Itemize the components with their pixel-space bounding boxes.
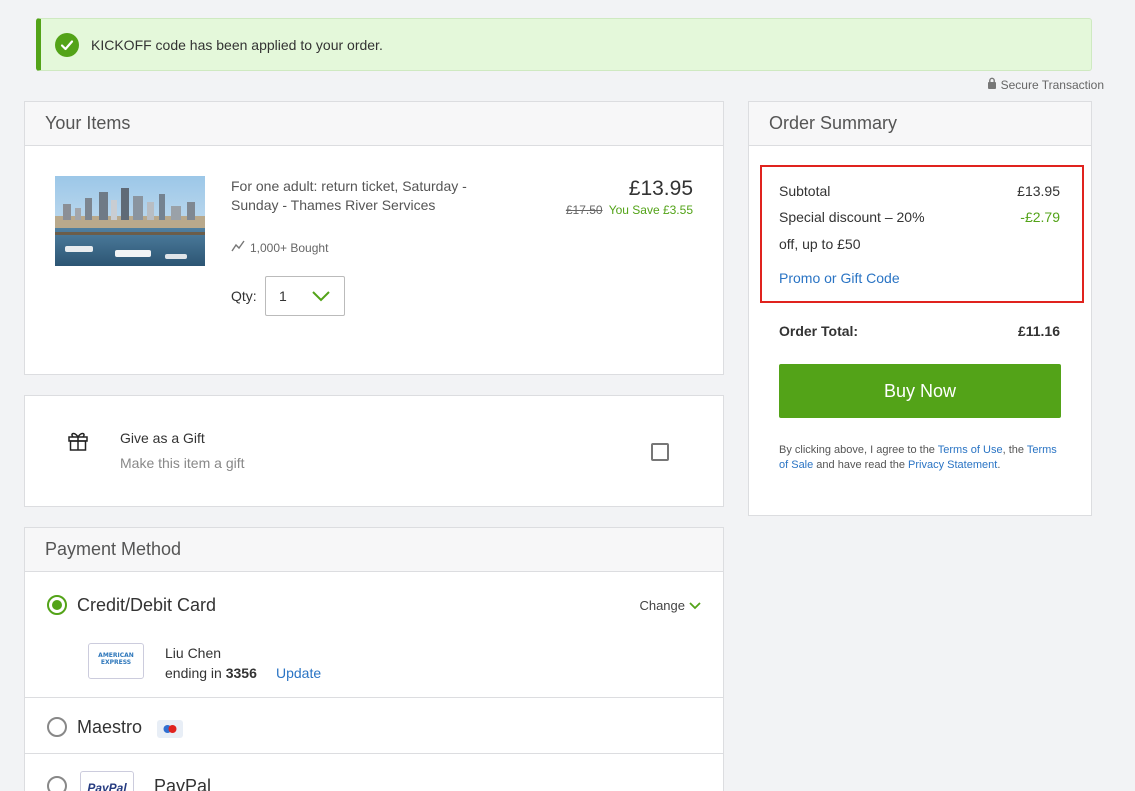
buy-now-button[interactable]: Buy Now [779,364,1061,418]
qty-label: Qty: [231,288,257,304]
secure-transaction: Secure Transaction [987,77,1104,92]
promo-code-link[interactable]: Promo or Gift Code [779,270,900,286]
subtotal-row: Subtotal £13.95 [779,183,1060,199]
order-total-value: £11.16 [1017,323,1060,339]
savings-text: You Save £3.55 [608,203,693,217]
amex-brand-text: AMERICAN EXPRESS [93,652,139,670]
your-items-card: Your Items For one adult: return ticket,… [24,101,724,375]
order-summary-card: Order Summary Subtotal £13.95 Special di… [748,101,1092,516]
maestro-radio[interactable] [47,717,67,737]
gift-icon [67,430,89,457]
gift-card: Give as a Gift Make this item a gift [24,395,724,507]
gift-checkbox[interactable] [651,443,669,461]
maestro-option-label[interactable]: Maestro [77,717,142,738]
card-ending: ending in 3356 [165,665,257,681]
item-price: £13.95 [628,177,693,200]
your-items-heading: Your Items [25,102,723,146]
legal-notice: By clicking above, I agree to the Terms … [779,444,1057,471]
discount-label-line2: off, up to £50 [779,236,861,252]
update-card-link[interactable]: Update [276,665,321,681]
paypal-option-label[interactable]: PayPal [154,776,211,791]
trend-icon [231,240,245,255]
bought-label: 1,000+ Bought [250,240,329,255]
original-price: £17.50 [565,203,603,217]
paypal-logo: PayPal [80,771,134,791]
promo-applied-alert: KICKOFF code has been applied to your or… [36,18,1092,71]
payment-option-paypal: PayPal PayPal [25,754,723,791]
payment-method-card: Payment Method Credit/Debit Card Change … [24,527,724,791]
subtotal-label: Subtotal [779,183,831,199]
quantity-value: 1 [279,288,287,304]
lock-icon [987,77,997,92]
secure-label: Secure Transaction [1000,77,1104,92]
discount-row: Special discount – 20% off, up to £50 -£… [779,204,1060,258]
change-card-link[interactable]: Change [639,598,701,613]
order-summary-heading: Order Summary [749,102,1091,146]
privacy-statement-link[interactable]: Privacy Statement [908,459,997,471]
subtotal-value: £13.95 [1017,183,1060,199]
amex-card-logo: AMERICAN EXPRESS [88,643,144,679]
chevron-down-icon [689,598,701,613]
discount-label-line1: Special discount – 20% [779,209,925,225]
item-savings: £17.50 You Save £3.55 [566,203,693,217]
quantity-select[interactable]: 1 [265,276,345,316]
payment-option-card: Credit/Debit Card Change AMERICAN EXPRES… [25,573,723,698]
alert-message: KICKOFF code has been applied to your or… [91,36,383,53]
gift-title: Give as a Gift [120,430,205,446]
check-circle-icon [55,32,79,57]
bought-count: 1,000+ Bought [231,240,328,255]
discount-value: -£2.79 [1020,209,1060,225]
change-label: Change [639,598,685,613]
terms-of-use-link[interactable]: Terms of Use [938,444,1003,456]
maestro-logo [157,720,183,738]
checkout-page: KICKOFF code has been applied to your or… [0,0,1135,791]
chevron-down-icon [312,289,330,305]
item-title[interactable]: For one adult: return ticket, Saturday -… [231,177,501,215]
gift-subtitle: Make this item a gift [120,455,245,471]
cardholder-name: Liu Chen [165,645,222,661]
order-total-label: Order Total: [779,323,859,339]
payment-method-heading: Payment Method [25,528,723,572]
item-thumbnail[interactable] [55,176,205,266]
card-option-label[interactable]: Credit/Debit Card [77,595,216,616]
paypal-radio[interactable] [47,776,67,791]
order-total-row: Order Total: £11.16 [779,323,1060,339]
card-radio[interactable] [47,595,67,615]
payment-option-maestro: Maestro [25,698,723,754]
